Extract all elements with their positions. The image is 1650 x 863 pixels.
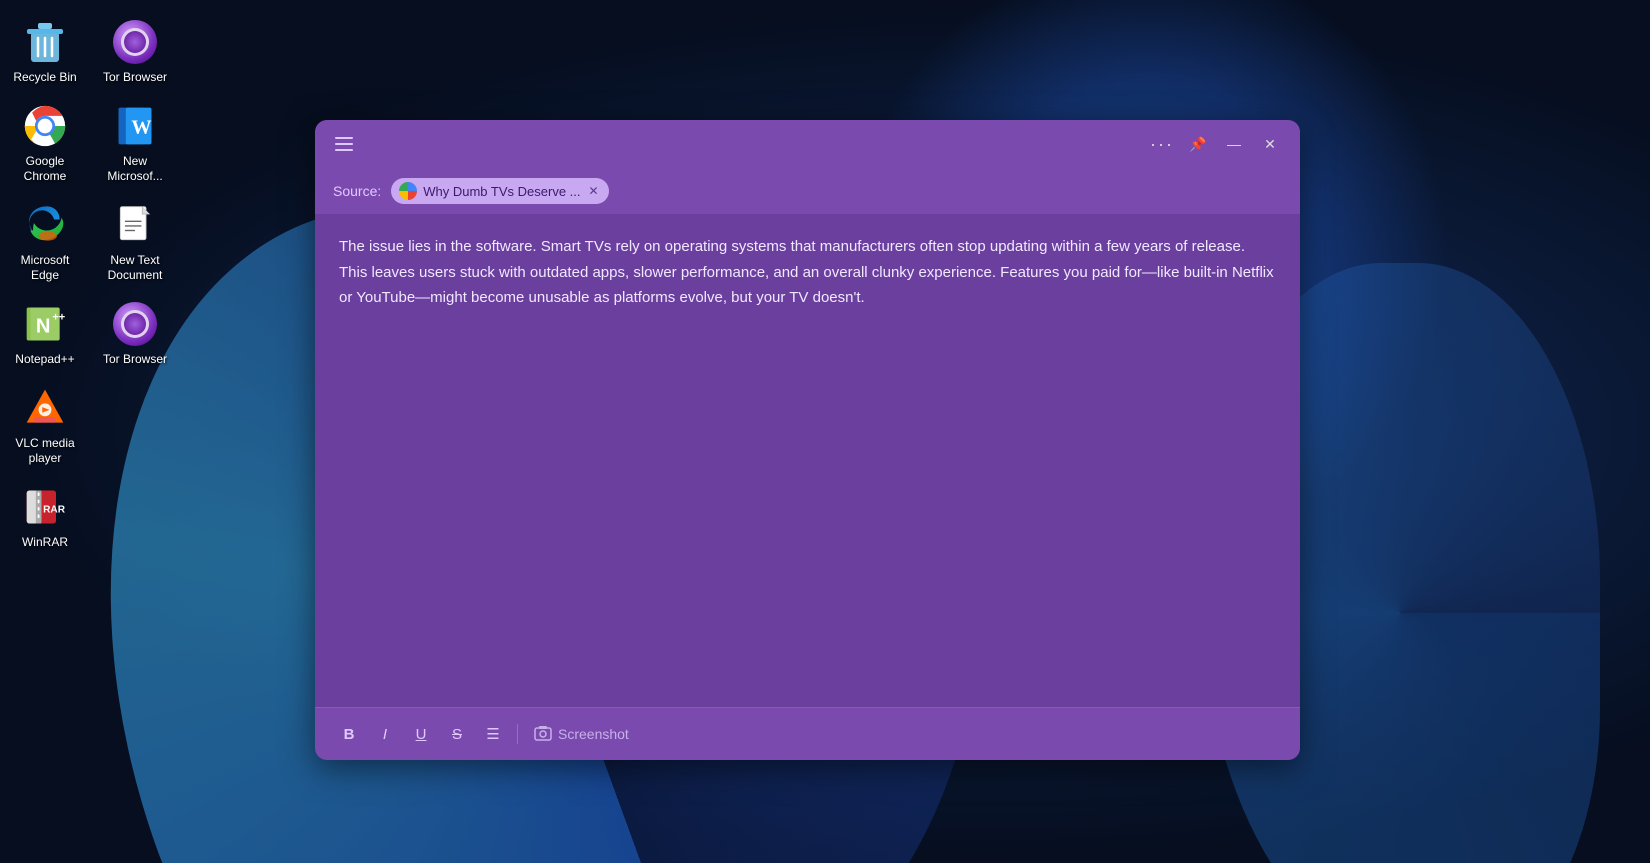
panel-toolbar: B I U S ☰ Screenshot xyxy=(315,707,1300,760)
edge-label: Microsoft Edge xyxy=(5,253,85,284)
screenshot-label: Screenshot xyxy=(558,726,629,742)
svg-text:RAR: RAR xyxy=(43,504,66,515)
desktop-icon-vlc[interactable]: VLC media player xyxy=(0,376,90,475)
minimize-button[interactable]: — xyxy=(1220,130,1248,158)
svg-text:N: N xyxy=(36,315,51,337)
desktop-icon-edge[interactable]: Microsoft Edge xyxy=(0,193,90,292)
source-tab[interactable]: Why Dumb TVs Deserve ... ✕ xyxy=(391,178,608,204)
edge-icon xyxy=(21,201,69,249)
desktop-icon-chrome[interactable]: Google Chrome xyxy=(0,94,90,193)
notepad-file-icon xyxy=(111,201,159,249)
notepadpp-icon: N ++ xyxy=(21,300,69,348)
vlc-label: VLC media player xyxy=(5,436,85,467)
winrar-icon: RAR xyxy=(21,483,69,531)
panel-titlebar: ··· 📌 — ✕ xyxy=(315,120,1300,168)
source-tab-close-button[interactable]: ✕ xyxy=(589,184,599,198)
copilot-panel: ··· 📌 — ✕ Source: Why Dumb TVs Deserve .… xyxy=(315,120,1300,760)
tor-browser-2-label: Tor Browser xyxy=(103,352,167,368)
new-microsoft-label: New Microsof... xyxy=(95,154,175,185)
desktop-icon-notepadpp[interactable]: N ++ Notepad++ xyxy=(0,292,90,376)
screenshot-button[interactable]: Screenshot xyxy=(526,721,637,747)
chrome-source-icon xyxy=(399,182,417,200)
recycle-bin-label: Recycle Bin xyxy=(13,70,76,86)
desktop-icon-winrar[interactable]: RAR WinRAR xyxy=(0,475,90,559)
svg-text:++: ++ xyxy=(52,311,65,323)
desktop-icon-recycle-bin[interactable]: Recycle Bin xyxy=(0,10,90,94)
strikethrough-button[interactable]: S xyxy=(441,718,473,750)
winrar-label: WinRAR xyxy=(22,535,68,551)
desktop-icon-tor-browser-1[interactable]: Tor Browser xyxy=(90,10,180,94)
source-label: Source: xyxy=(333,183,381,199)
panel-content: The issue lies in the software. Smart TV… xyxy=(315,214,1300,707)
list-button[interactable]: ☰ xyxy=(477,718,509,750)
screenshot-icon xyxy=(534,725,552,743)
pin-button[interactable]: 📌 xyxy=(1184,130,1212,158)
tor-browser-1-icon xyxy=(111,18,159,66)
hamburger-menu-button[interactable] xyxy=(331,133,357,155)
underline-button[interactable]: U xyxy=(405,718,437,750)
titlebar-right: ··· 📌 — ✕ xyxy=(1148,130,1284,158)
more-options-button[interactable]: ··· xyxy=(1148,130,1176,158)
desktop-icon-new-text-doc[interactable]: New Text Document xyxy=(90,193,180,292)
titlebar-left xyxy=(331,133,357,155)
chrome-label: Google Chrome xyxy=(5,154,85,185)
desktop-icon-new-microsoft[interactable]: W New Microsof... xyxy=(90,94,180,193)
bold-button[interactable]: B xyxy=(333,718,365,750)
tor-browser-2-icon xyxy=(111,300,159,348)
new-text-doc-label: New Text Document xyxy=(95,253,175,284)
panel-content-text: The issue lies in the software. Smart TV… xyxy=(339,234,1276,311)
desktop-icon-tor-browser-2[interactable]: Tor Browser xyxy=(90,292,180,376)
svg-text:W: W xyxy=(131,116,151,138)
desktop-icon-area: Recycle Bin Tor Browser xyxy=(0,0,200,863)
close-button[interactable]: ✕ xyxy=(1256,130,1284,158)
italic-button[interactable]: I xyxy=(369,718,401,750)
chrome-icon xyxy=(21,102,69,150)
tor-browser-1-label: Tor Browser xyxy=(103,70,167,86)
source-tab-text: Why Dumb TVs Deserve ... xyxy=(423,184,580,199)
vlc-icon xyxy=(21,384,69,432)
toolbar-divider xyxy=(517,724,518,744)
notepadpp-label: Notepad++ xyxy=(15,352,74,368)
word-icon: W xyxy=(111,102,159,150)
source-bar: Source: Why Dumb TVs Deserve ... ✕ xyxy=(315,168,1300,214)
recycle-bin-icon xyxy=(21,18,69,66)
